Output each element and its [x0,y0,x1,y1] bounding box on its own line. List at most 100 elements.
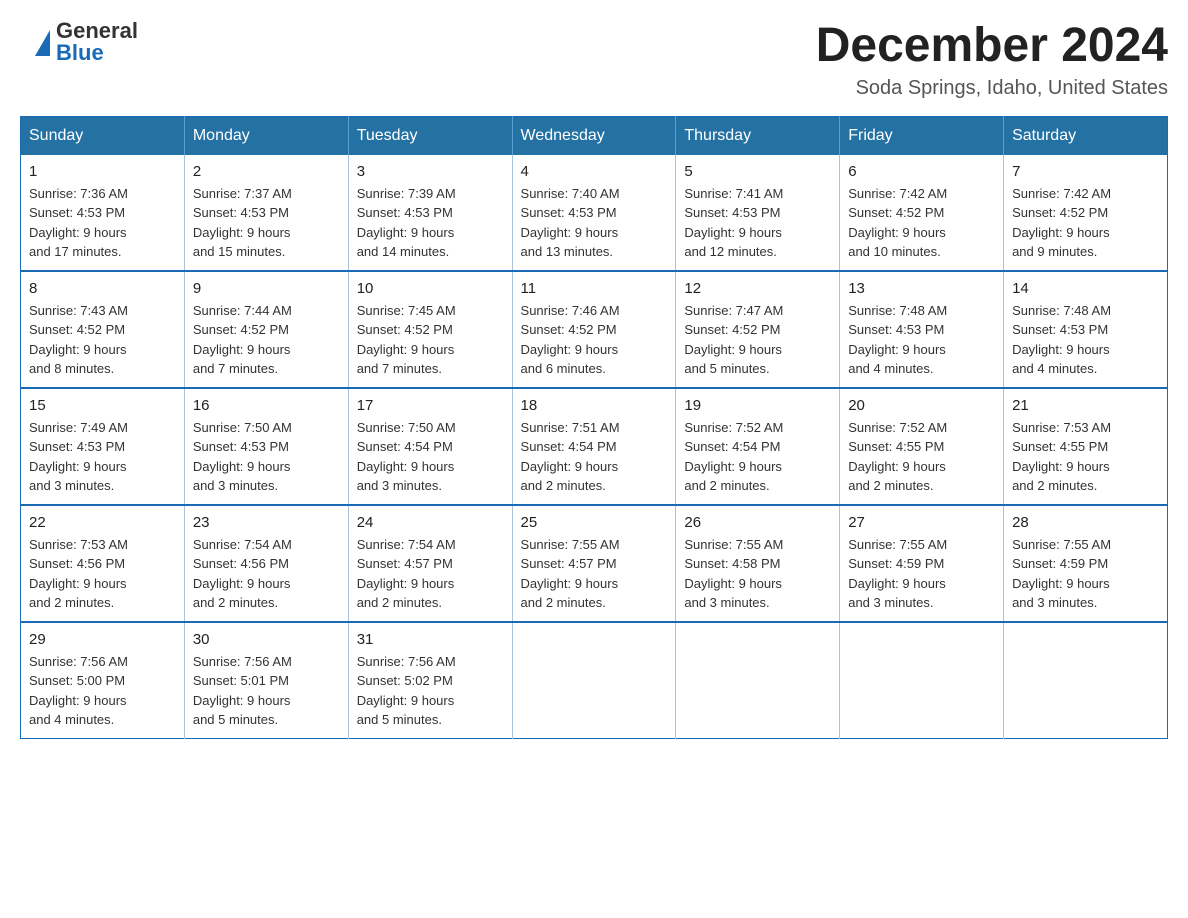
day-number: 19 [684,397,831,414]
day-number: 3 [357,163,504,180]
day-number: 25 [521,514,668,531]
table-row: 11 Sunrise: 7:46 AMSunset: 4:52 PMDaylig… [512,271,676,388]
title-area: December 2024 Soda Springs, Idaho, Unite… [816,20,1168,100]
table-row: 27 Sunrise: 7:55 AMSunset: 4:59 PMDaylig… [840,505,1004,622]
table-row: 2 Sunrise: 7:37 AMSunset: 4:53 PMDayligh… [184,155,348,271]
header-monday: Monday [184,116,348,155]
table-row: 19 Sunrise: 7:52 AMSunset: 4:54 PMDaylig… [676,388,840,505]
day-number: 15 [29,397,176,414]
day-number: 28 [1012,514,1159,531]
day-info: Sunrise: 7:44 AMSunset: 4:52 PMDaylight:… [193,301,340,379]
day-info: Sunrise: 7:55 AMSunset: 4:57 PMDaylight:… [521,535,668,613]
day-number: 18 [521,397,668,414]
location: Soda Springs, Idaho, United States [816,77,1168,100]
table-row [1004,622,1168,739]
table-row: 17 Sunrise: 7:50 AMSunset: 4:54 PMDaylig… [348,388,512,505]
day-info: Sunrise: 7:51 AMSunset: 4:54 PMDaylight:… [521,418,668,496]
day-number: 4 [521,163,668,180]
table-row: 30 Sunrise: 7:56 AMSunset: 5:01 PMDaylig… [184,622,348,739]
day-info: Sunrise: 7:47 AMSunset: 4:52 PMDaylight:… [684,301,831,379]
table-row [676,622,840,739]
day-info: Sunrise: 7:42 AMSunset: 4:52 PMDaylight:… [848,184,995,262]
table-row: 4 Sunrise: 7:40 AMSunset: 4:53 PMDayligh… [512,155,676,271]
day-number: 11 [521,280,668,297]
day-number: 8 [29,280,176,297]
day-number: 24 [357,514,504,531]
day-number: 13 [848,280,995,297]
day-info: Sunrise: 7:55 AMSunset: 4:58 PMDaylight:… [684,535,831,613]
calendar-week-row: 1 Sunrise: 7:36 AMSunset: 4:53 PMDayligh… [21,155,1168,271]
day-number: 20 [848,397,995,414]
calendar-week-row: 22 Sunrise: 7:53 AMSunset: 4:56 PMDaylig… [21,505,1168,622]
calendar-week-row: 29 Sunrise: 7:56 AMSunset: 5:00 PMDaylig… [21,622,1168,739]
day-info: Sunrise: 7:53 AMSunset: 4:55 PMDaylight:… [1012,418,1159,496]
day-info: Sunrise: 7:53 AMSunset: 4:56 PMDaylight:… [29,535,176,613]
table-row: 13 Sunrise: 7:48 AMSunset: 4:53 PMDaylig… [840,271,1004,388]
day-number: 29 [29,631,176,648]
day-number: 16 [193,397,340,414]
header-friday: Friday [840,116,1004,155]
day-info: Sunrise: 7:56 AMSunset: 5:00 PMDaylight:… [29,652,176,730]
calendar-header-row: Sunday Monday Tuesday Wednesday Thursday… [21,116,1168,155]
table-row: 9 Sunrise: 7:44 AMSunset: 4:52 PMDayligh… [184,271,348,388]
day-number: 22 [29,514,176,531]
logo: General Blue [20,20,138,64]
day-info: Sunrise: 7:50 AMSunset: 4:54 PMDaylight:… [357,418,504,496]
day-info: Sunrise: 7:55 AMSunset: 4:59 PMDaylight:… [1012,535,1159,613]
day-number: 12 [684,280,831,297]
day-info: Sunrise: 7:55 AMSunset: 4:59 PMDaylight:… [848,535,995,613]
day-info: Sunrise: 7:52 AMSunset: 4:55 PMDaylight:… [848,418,995,496]
table-row [512,622,676,739]
calendar-week-row: 8 Sunrise: 7:43 AMSunset: 4:52 PMDayligh… [21,271,1168,388]
table-row: 21 Sunrise: 7:53 AMSunset: 4:55 PMDaylig… [1004,388,1168,505]
day-info: Sunrise: 7:54 AMSunset: 4:57 PMDaylight:… [357,535,504,613]
day-info: Sunrise: 7:52 AMSunset: 4:54 PMDaylight:… [684,418,831,496]
day-info: Sunrise: 7:50 AMSunset: 4:53 PMDaylight:… [193,418,340,496]
table-row [840,622,1004,739]
table-row: 22 Sunrise: 7:53 AMSunset: 4:56 PMDaylig… [21,505,185,622]
header-wednesday: Wednesday [512,116,676,155]
day-info: Sunrise: 7:56 AMSunset: 5:02 PMDaylight:… [357,652,504,730]
table-row: 29 Sunrise: 7:56 AMSunset: 5:00 PMDaylig… [21,622,185,739]
table-row: 28 Sunrise: 7:55 AMSunset: 4:59 PMDaylig… [1004,505,1168,622]
table-row: 6 Sunrise: 7:42 AMSunset: 4:52 PMDayligh… [840,155,1004,271]
logo-general: General [56,20,138,42]
table-row: 7 Sunrise: 7:42 AMSunset: 4:52 PMDayligh… [1004,155,1168,271]
table-row: 3 Sunrise: 7:39 AMSunset: 4:53 PMDayligh… [348,155,512,271]
day-info: Sunrise: 7:49 AMSunset: 4:53 PMDaylight:… [29,418,176,496]
calendar-week-row: 15 Sunrise: 7:49 AMSunset: 4:53 PMDaylig… [21,388,1168,505]
table-row: 10 Sunrise: 7:45 AMSunset: 4:52 PMDaylig… [348,271,512,388]
day-number: 7 [1012,163,1159,180]
table-row: 14 Sunrise: 7:48 AMSunset: 4:53 PMDaylig… [1004,271,1168,388]
table-row: 18 Sunrise: 7:51 AMSunset: 4:54 PMDaylig… [512,388,676,505]
day-number: 27 [848,514,995,531]
day-info: Sunrise: 7:45 AMSunset: 4:52 PMDaylight:… [357,301,504,379]
table-row: 15 Sunrise: 7:49 AMSunset: 4:53 PMDaylig… [21,388,185,505]
day-number: 9 [193,280,340,297]
day-info: Sunrise: 7:36 AMSunset: 4:53 PMDaylight:… [29,184,176,262]
table-row: 26 Sunrise: 7:55 AMSunset: 4:58 PMDaylig… [676,505,840,622]
table-row: 31 Sunrise: 7:56 AMSunset: 5:02 PMDaylig… [348,622,512,739]
day-info: Sunrise: 7:43 AMSunset: 4:52 PMDaylight:… [29,301,176,379]
table-row: 8 Sunrise: 7:43 AMSunset: 4:52 PMDayligh… [21,271,185,388]
day-info: Sunrise: 7:40 AMSunset: 4:53 PMDaylight:… [521,184,668,262]
day-number: 26 [684,514,831,531]
header-thursday: Thursday [676,116,840,155]
day-info: Sunrise: 7:46 AMSunset: 4:52 PMDaylight:… [521,301,668,379]
table-row: 24 Sunrise: 7:54 AMSunset: 4:57 PMDaylig… [348,505,512,622]
day-number: 1 [29,163,176,180]
header-sunday: Sunday [21,116,185,155]
day-number: 5 [684,163,831,180]
table-row: 20 Sunrise: 7:52 AMSunset: 4:55 PMDaylig… [840,388,1004,505]
day-number: 17 [357,397,504,414]
table-row: 5 Sunrise: 7:41 AMSunset: 4:53 PMDayligh… [676,155,840,271]
table-row: 16 Sunrise: 7:50 AMSunset: 4:53 PMDaylig… [184,388,348,505]
calendar-table: Sunday Monday Tuesday Wednesday Thursday… [20,116,1168,739]
day-info: Sunrise: 7:39 AMSunset: 4:53 PMDaylight:… [357,184,504,262]
day-info: Sunrise: 7:54 AMSunset: 4:56 PMDaylight:… [193,535,340,613]
day-number: 14 [1012,280,1159,297]
header-saturday: Saturday [1004,116,1168,155]
table-row: 23 Sunrise: 7:54 AMSunset: 4:56 PMDaylig… [184,505,348,622]
day-info: Sunrise: 7:48 AMSunset: 4:53 PMDaylight:… [1012,301,1159,379]
day-number: 6 [848,163,995,180]
